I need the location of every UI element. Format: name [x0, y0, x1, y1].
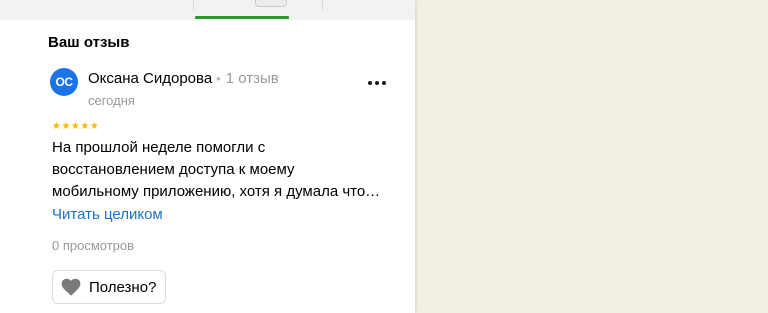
avatar[interactable]: ОС [50, 68, 78, 96]
tab-badge [255, 0, 287, 7]
review-panel: Ваш отзыв ОС Оксана Сидорова • 1 отзыв сег… [0, 0, 415, 313]
tab-divider [193, 0, 194, 10]
more-options-button[interactable] [362, 72, 392, 94]
review-text-line: мобильному приложению, хотя я думала что… [52, 183, 381, 200]
heart-icon [61, 278, 81, 296]
separator-dot: • [216, 71, 221, 86]
rating-stars: ★★★★★ [52, 121, 100, 132]
review-text-line: На прошлой неделе помогли с [52, 139, 266, 156]
active-tab-indicator [195, 16, 289, 19]
author-name[interactable]: Оксана Сидорова [88, 70, 212, 87]
author-review-count: 1 отзыв [225, 70, 279, 87]
author-line: Оксана Сидорова • 1 отзыв [88, 70, 279, 87]
review-date: сегодня [88, 93, 135, 108]
views-count: 0 просмотров [52, 238, 135, 253]
tab-bar [0, 0, 415, 20]
review-text: На прошлой неделе помогли с восстановлен… [52, 137, 397, 203]
helpful-label: Полезно? [89, 278, 157, 296]
tab-divider [322, 0, 323, 10]
section-title: Ваш отзыв [48, 34, 130, 51]
review-text-line: восстановлением доступа к моему [52, 161, 295, 178]
map-area[interactable] [416, 0, 768, 313]
helpful-button[interactable]: Полезно? [52, 270, 166, 304]
read-more-link[interactable]: Читать целиком [52, 206, 163, 223]
more-dots-icon [368, 81, 386, 85]
